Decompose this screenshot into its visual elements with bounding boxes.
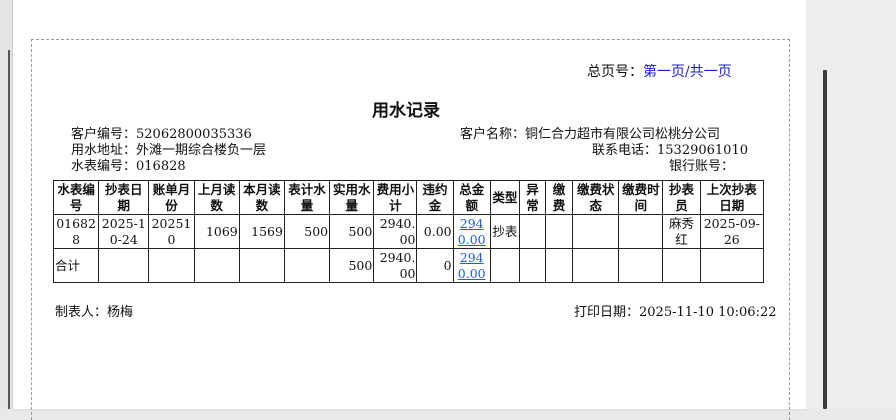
scrollbar-thumb[interactable]	[823, 70, 827, 409]
col-header: 类型	[489, 180, 520, 215]
cell-pay-status	[572, 214, 620, 249]
col-header: 上月读数	[193, 180, 240, 215]
cell-empty	[518, 248, 547, 283]
cell-total-amount: 2940.00	[452, 214, 491, 249]
cell-empty	[98, 248, 150, 283]
cell-this-reading: 1569	[238, 214, 285, 249]
bank-account: 银行账号：	[669, 155, 734, 174]
cell-meter-no: 016828	[52, 214, 100, 249]
cell-meter-volume: 500	[283, 214, 331, 249]
col-header: 费用小计	[373, 180, 418, 215]
cell-reader: 麻秀红	[662, 214, 701, 249]
cell-pay-time	[618, 214, 664, 249]
col-header: 总金额	[452, 180, 491, 215]
col-header: 缴费	[544, 180, 574, 215]
total-sum-link[interactable]: 2940.00	[458, 250, 486, 281]
cell-bill-month: 202510	[148, 214, 195, 249]
cell-empty	[283, 248, 331, 283]
cell-empty	[572, 248, 620, 283]
meter-no-value: 016828	[136, 159, 186, 174]
contact-phone-label: 联系电话：	[592, 143, 658, 158]
page-number: 总页号：第一页/共一页	[587, 61, 732, 81]
col-header: 抄表日期	[98, 180, 150, 215]
col-header: 上次抄表日期	[699, 180, 765, 215]
table-header-row: 水表编号 抄表日期 账单月份 上月读数 本月读数 表计水量 实用水量 费用小计 …	[52, 180, 765, 215]
table-maker: 制表人：杨梅	[55, 301, 133, 320]
cell-actual-volume: 500	[329, 214, 375, 249]
cell-empty	[489, 248, 520, 283]
page-title: 用水记录	[372, 101, 440, 121]
cell-type: 抄表	[489, 214, 520, 249]
cell-empty	[618, 248, 664, 283]
print-date-label: 打印日期：	[574, 305, 640, 320]
col-header: 水表编号	[52, 180, 100, 215]
col-header: 账单月份	[148, 180, 195, 215]
cell-fee-subtotal: 2940.00	[373, 214, 418, 249]
print-date-value: 2025-11-10 10:06:22	[639, 305, 777, 320]
print-date: 打印日期：2025-11-10 10:06:22	[574, 301, 777, 320]
customer-name-label: 客户名称：	[460, 127, 526, 142]
cell-total-label: 合计	[52, 248, 100, 283]
cell-paid	[544, 214, 574, 249]
table-maker-label: 制表人：	[55, 305, 108, 320]
scroll-track[interactable]	[806, 0, 896, 409]
cell-empty	[148, 248, 195, 283]
table-total-row: 合计 500 2940.00 0 2940.00	[52, 248, 765, 283]
page-number-label: 总页号：	[587, 64, 643, 80]
col-header: 违约金	[416, 180, 454, 215]
cell-empty	[544, 248, 574, 283]
col-header: 抄表员	[662, 180, 701, 215]
col-header: 缴费状态	[572, 180, 620, 215]
table-maker-value: 杨梅	[107, 305, 134, 320]
cell-total-total-amount: 2940.00	[452, 248, 491, 283]
cell-read-date: 2025-10-24	[98, 214, 150, 249]
col-header: 异常	[518, 180, 547, 215]
cell-last-reading: 1069	[193, 214, 240, 249]
col-header: 实用水量	[329, 180, 375, 215]
cell-empty	[699, 248, 765, 283]
cell-total-penalty: 0	[416, 248, 454, 283]
cell-total-fee-subtotal: 2940.00	[373, 248, 418, 283]
cell-total-actual-volume: 500	[329, 248, 375, 283]
page-number-value: 第一页/共一页	[643, 64, 732, 80]
cell-empty	[193, 248, 240, 283]
left-margin	[0, 0, 10, 409]
water-records-table: 水表编号 抄表日期 账单月份 上月读数 本月读数 表计水量 实用水量 费用小计 …	[52, 180, 765, 283]
total-amount-link[interactable]: 2940.00	[458, 216, 486, 247]
bank-account-label: 银行账号：	[669, 159, 735, 174]
cell-empty	[238, 248, 285, 283]
cell-penalty: 0.00	[416, 214, 454, 249]
col-header: 缴费时间	[618, 180, 664, 215]
col-header: 本月读数	[238, 180, 285, 215]
cell-empty	[662, 248, 701, 283]
col-header: 表计水量	[283, 180, 331, 215]
table-row: 016828 2025-10-24 202510 1069 1569 500 5…	[52, 214, 765, 249]
cell-abnormal	[518, 214, 547, 249]
cell-last-read-date: 2025-09-26	[699, 214, 765, 249]
meter-no: 水表编号：016828	[71, 155, 186, 174]
meter-no-label: 水表编号：	[71, 159, 137, 174]
